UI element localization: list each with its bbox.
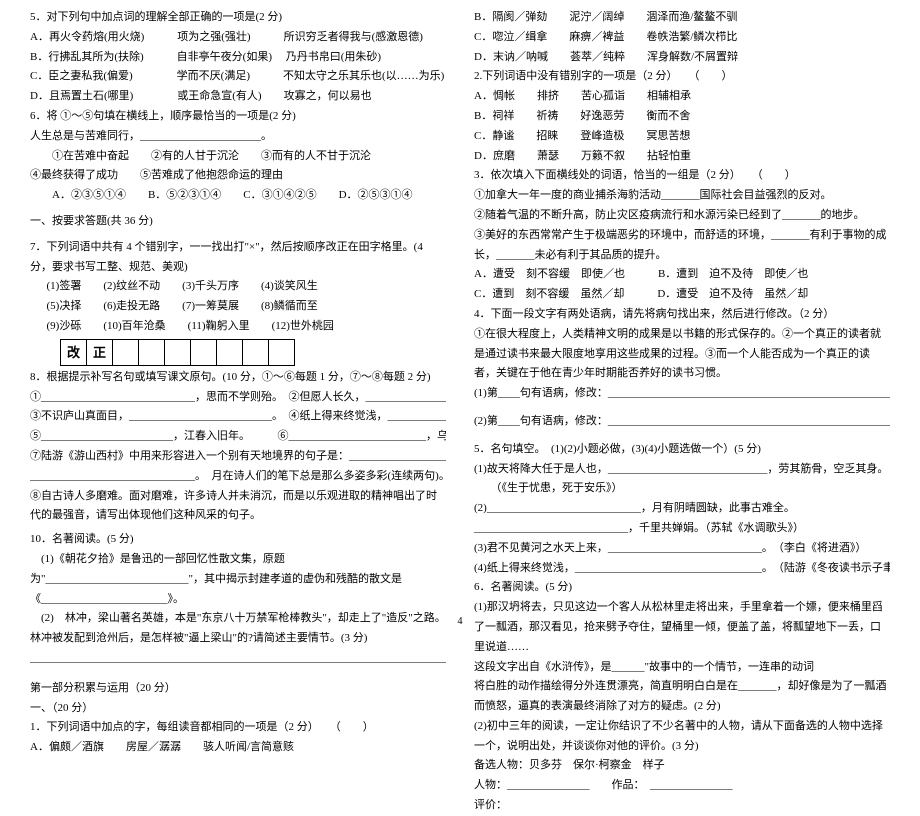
q6-pre: 人生总是与苦难同行，______________________。: [30, 127, 446, 147]
q5-b: B．行拂乱其所为(扶除) 自非亭午夜分(如果) 乃丹书帛曰(用朱砂): [30, 48, 446, 68]
page-number: 4: [458, 613, 463, 631]
q5r-l3: (2)____________________________，月有阴晴圆缺，此…: [474, 499, 890, 539]
gz-6: [217, 339, 243, 365]
part1-sub: 一、（20 分）: [30, 699, 446, 719]
q5r-l1: (1)故天将降大任于是人也，__________________________…: [474, 460, 890, 480]
q5-a: A．再火令药熔(用火烧) 项为之强(强壮) 所识穷乏者得我与(感激恩德): [30, 28, 446, 48]
q5-d: D．且焉置土石(哪里) 或王命急宣(有人) 攻寡之，何以易也: [30, 87, 446, 107]
q8-l5: ______________________________。 月在诗人们的笔下…: [30, 467, 446, 487]
part1-title: 第一部分积累与运用（20 分）: [30, 679, 446, 699]
q1c-d: D．末讷／呐喊 荟萃／纯粹 浑身解数/不屑置辩: [474, 48, 890, 68]
q10-l2: (2) 林冲，梁山著名英雄，本是"东京八十万禁军枪棒教头"，却走上了"造反"之路…: [30, 609, 446, 649]
q2-c: C．静谧 招睐 登峰造极 冥思苦想: [474, 127, 890, 147]
correction-table: 改 正: [60, 339, 295, 366]
q4-p: ①在很大程度上，人类精神文明的成果是以书籍的形式保存的。②一个真正的读者就是通过…: [474, 325, 890, 384]
q6r-l2: 这段文字出自《水浒传》，是______"故事中的一个情节，一连串的动词: [474, 658, 890, 678]
q6r-l5: 备选人物：贝多芬 保尔·柯察金 样子: [474, 756, 890, 776]
q5-c: C．臣之妻私我(偏爱) 学而不厌(满足) 不知太守之乐其乐也(以……为乐): [30, 67, 446, 87]
q6r-stem: 6．名著阅读。(5 分): [474, 578, 890, 598]
gz-3: [139, 339, 165, 365]
gz-2: [113, 339, 139, 365]
q2-b: B．祠祥 祈祷 好逸恶劳 衡而不舍: [474, 107, 890, 127]
q3-a: A．遭受 刻不容缓 即使／也 B．遭到 迫不及待 即使／也: [474, 265, 890, 285]
section1-title: 一、按要求答题(共 36 分): [30, 212, 446, 232]
gz-0: 改: [61, 339, 87, 365]
q5-stem: 5．对下列句中加点词的理解全部正确的一项是(2 分): [30, 8, 446, 28]
q7-r3: (9)沙砾 (10)百年沧桑 (11)鞠躬入里 (12)世外桃园: [30, 317, 446, 337]
q6-choices: A．②③⑤①④ B．⑤②③①④ C．③①④②⑤ D．②⑤③①④: [30, 186, 446, 206]
q5r-l5: (4)纸上得来终觉浅，_____________________________…: [474, 559, 890, 579]
q6r-l4: (2)初中三年的阅读，一定让你结识了不少名著中的人物，请从下面备选的人物中选择一…: [474, 717, 890, 757]
gz-8: [269, 339, 295, 365]
q7-r1: (1)签署 (2)纹丝不动 (3)千头万序 (4)谈笑风生: [30, 277, 446, 297]
gz-5: [191, 339, 217, 365]
q6-opts2: ④最终获得了成功 ⑤苦难成了他抱怨命运的理由: [30, 166, 446, 186]
q4-stem: 4．下面一段文字有两处语病，请先将病句找出来，然后进行修改。（2 分）: [474, 305, 890, 325]
q6r-l1: (1)那汉坍将去，只见这边一个客人从松林里走将出来，手里拿着一个嫖，便来桶里舀了…: [474, 598, 890, 657]
q2-stem: 2.下列词语中没有错别字的一项是（2 分） （ ）: [474, 67, 890, 87]
q5r-l4: (3)君不见黄河之水天上来，__________________________…: [474, 539, 890, 559]
q3-c: C．遭到 刻不容缓 虽然／却 D．遭受 迫不及待 虽然／却: [474, 285, 890, 305]
q6r-l6: 人物：_______________ 作品： _______________: [474, 776, 890, 796]
q8-l3: ⑤________________________，江春入旧年。 ⑥______…: [30, 427, 446, 447]
q10-blank: ________________________________________…: [30, 649, 446, 669]
q3-l1: ①加拿大一年一度的商业捕杀海豹活动_______国际社会目益强烈的反对。: [474, 186, 890, 206]
q6-stem: 6．将 ①～⑤句填在横线上，顺序最恰当的一项是(2 分): [30, 107, 446, 127]
q1c-c: C．唿泣／缉拿 麻痹／裨益 卷帙浩繁/鳞次栉比: [474, 28, 890, 48]
q6r-l7: 评价：: [474, 796, 890, 816]
q10-stem: 10．名著阅读。(5 分): [30, 530, 446, 550]
q7-stem: 7．下列词语中共有 4 个错别字，一一找出打"×"，然后按顺序改正在田字格里。(…: [30, 238, 446, 278]
q2-d: D．庶磨 萧瑟 万籁不叙 拈轻怕重: [474, 147, 890, 167]
q1c-b: B．隔阂／弹劾 泥泞／阔绰 涸泽而渔/鳌鳌不驯: [474, 8, 890, 28]
q3-stem: 3．依次填入下面横线处的词语，恰当的一组是（2 分） （ ）: [474, 166, 890, 186]
gz-1: 正: [87, 339, 113, 365]
q8-l4: ⑦陆游《游山西村》中用来形容进入一个别有天地境界的句子是：___________…: [30, 447, 446, 467]
q10-l1: (1)《朝花夕拾》是鲁迅的一部回忆性散文集，原题为"______________…: [30, 550, 446, 609]
q4-l2: (2)第____句有语病，修改：________________________…: [474, 412, 890, 432]
q8-l6: ⑧自古诗人多磨难。面对磨难，许多诗人并未消沉，而是以乐观进取的精神唱出了时代的最…: [30, 487, 446, 527]
q5r-l2: （《生于忧患，死于安乐》）: [474, 479, 890, 499]
qA1-a: A．偏颇／酒旗 房屋／潺潺 骇人听闻/言简意赅: [30, 738, 446, 758]
q6r-l3: 将白胜的动作描绘得分外连贯漂亮，简直明明白白是在_______，却好像是为了一瓢…: [474, 677, 890, 717]
q5r-stem: 5．名句填空。 (1)(2)小题必做，(3)(4)小题选做一个）(5 分): [474, 440, 890, 460]
q8-l1: ①____________________________，思而不学则殆。 ②但…: [30, 388, 446, 408]
q3-l3: ③美好的东西常常产生于极端恶劣的环境中，而舒适的环境，_______有利于事物的…: [474, 226, 890, 266]
gz-4: [165, 339, 191, 365]
q3-l2: ②随着气温的不断升高，防止灾区疫病流行和水源污染已经到了_______的地步。: [474, 206, 890, 226]
qA1-stem: 1．下列词语中加点的字，每组读音都相同的一项是（2 分） （ ）: [30, 718, 446, 738]
q2-a: A．惆帐 排挤 苦心孤诣 相辅相承: [474, 87, 890, 107]
q6-opts: ①在苦难中奋起 ②有的人甘于沉沦 ③而有的人不甘于沉沦: [30, 147, 446, 167]
q4-l1: (1)第____句有语病，修改：________________________…: [474, 384, 890, 404]
q8-stem: 8．根据提示补写名句或填写课文原句。(10 分，①～⑥每题 1 分，⑦～⑧每题 …: [30, 368, 446, 388]
q8-l2: ③不识庐山真面目，__________________________。 ④纸上…: [30, 407, 446, 427]
q7-r2: (5)决择 (6)走投无路 (7)一筹莫展 (8)鳞循而至: [30, 297, 446, 317]
gz-7: [243, 339, 269, 365]
